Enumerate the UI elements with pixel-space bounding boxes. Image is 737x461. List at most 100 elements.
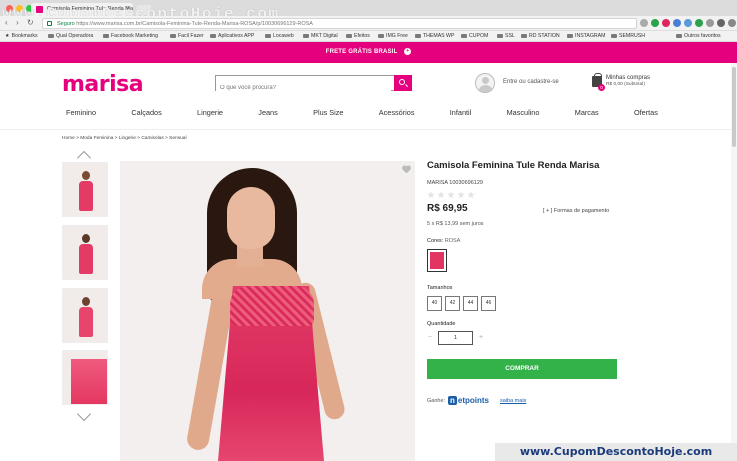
extension-iq-icon[interactable] bbox=[684, 19, 692, 27]
folder-icon bbox=[461, 34, 467, 38]
sizes-label: Tamanhos bbox=[427, 285, 453, 291]
favorite-heart-icon[interactable] bbox=[402, 166, 410, 173]
divider bbox=[0, 129, 737, 130]
bookmark-item[interactable]: RD STATION bbox=[521, 31, 560, 41]
bookmark-item[interactable]: Facil Fazer bbox=[170, 31, 204, 41]
url-input[interactable]: Seguro https://www.marisa.com.br/Camisol… bbox=[42, 18, 637, 29]
selected-color: ROSA bbox=[444, 238, 461, 244]
colors-label: Cores: ROSA bbox=[427, 238, 461, 244]
bookmark-item[interactable]: IMG Free bbox=[378, 31, 408, 41]
model-figure bbox=[79, 171, 93, 215]
star-icon bbox=[427, 191, 435, 199]
model-figure bbox=[79, 234, 93, 278]
cart-title[interactable]: Minhas compras bbox=[606, 75, 650, 81]
quantity-label: Quantidade bbox=[427, 321, 456, 327]
size-option-40[interactable]: 40 bbox=[427, 296, 442, 311]
plus-icon[interactable]: + bbox=[404, 47, 412, 55]
buy-button[interactable]: COMPRAR bbox=[427, 359, 617, 379]
model-figure bbox=[79, 297, 93, 341]
extension-g-icon[interactable] bbox=[695, 19, 703, 27]
lock-icon bbox=[47, 21, 52, 26]
extension-grey-icon[interactable] bbox=[706, 19, 714, 27]
menu-item-calcados[interactable]: Calçados bbox=[127, 108, 165, 122]
menu-item-infantil[interactable]: Infantil bbox=[446, 108, 476, 122]
browser-tab-strip: Camisola Feminina Tule Renda Ma × www.Cu… bbox=[0, 0, 737, 23]
star-icon bbox=[467, 191, 475, 199]
back-icon[interactable]: ‹ bbox=[5, 18, 8, 27]
bookmark-item[interactable]: SSL bbox=[497, 31, 515, 41]
menu-item-lingerie[interactable]: Lingerie bbox=[193, 108, 227, 122]
menu-item-masculino[interactable]: Masculino bbox=[503, 108, 544, 122]
search-box bbox=[215, 75, 412, 95]
search-icon bbox=[399, 79, 405, 85]
menu-item-acessorios[interactable]: Acessórios bbox=[375, 108, 419, 122]
promo-banner[interactable]: FRETE GRÁTIS BRASIL + bbox=[0, 42, 737, 63]
bookmark-item[interactable]: THEMAS WP bbox=[415, 31, 454, 41]
size-option-44[interactable]: 44 bbox=[463, 296, 478, 311]
cart-subtotal: R$ 0,00 (Subtotal) bbox=[606, 82, 645, 87]
bookmark-item[interactable]: ★ Bookmarks bbox=[5, 31, 38, 41]
search-input[interactable] bbox=[216, 81, 391, 95]
secure-label: Seguro bbox=[57, 21, 75, 27]
saiba-mais-link[interactable]: saiba mais bbox=[500, 398, 526, 404]
color-swatch-rosa[interactable] bbox=[427, 249, 447, 272]
extension-pen-icon[interactable] bbox=[717, 19, 725, 27]
bookmark-item[interactable]: Locaweb bbox=[265, 31, 294, 41]
size-option-46[interactable]: 46 bbox=[481, 296, 496, 311]
breadcrumb[interactable]: Home > Moda Feminina > Lingerie > Camiso… bbox=[62, 136, 187, 141]
search-button[interactable] bbox=[394, 75, 412, 91]
product-price: R$ 69,95 bbox=[427, 203, 468, 214]
bookmark-item[interactable]: CUPOM bbox=[461, 31, 488, 41]
installments-text: 5 x R$ 13,99 sem juros bbox=[427, 221, 484, 227]
user-avatar-icon[interactable] bbox=[475, 73, 495, 93]
extension-green-icon[interactable] bbox=[651, 19, 659, 27]
extension-blue-icon[interactable] bbox=[673, 19, 681, 27]
menu-item-ofertas[interactable]: Ofertas bbox=[630, 108, 662, 122]
product-thumbnail[interactable] bbox=[62, 288, 108, 343]
netpoints-logo: n etpoints bbox=[448, 396, 489, 405]
bookmark-item[interactable]: Outros favoritos bbox=[676, 31, 721, 41]
product-main-image[interactable] bbox=[120, 161, 415, 461]
cart-count-badge: 0 bbox=[598, 84, 605, 91]
menu-icon[interactable] bbox=[728, 19, 736, 27]
folder-icon bbox=[676, 34, 682, 38]
reload-icon[interactable]: ↻ bbox=[27, 18, 34, 27]
folder-icon bbox=[567, 34, 573, 38]
promo-text: FRETE GRÁTIS BRASIL bbox=[325, 49, 398, 55]
scrollbar-thumb[interactable] bbox=[732, 67, 736, 147]
bookmark-item[interactable]: Facebook Marketing bbox=[103, 31, 158, 41]
menu-item-jeans[interactable]: Jeans bbox=[254, 108, 281, 122]
thumbnails-up-arrow-icon[interactable] bbox=[76, 150, 93, 166]
rating-stars[interactable] bbox=[427, 191, 475, 199]
extension-icons bbox=[640, 19, 736, 28]
payment-forms-link[interactable]: [ + ] Formas de pagamento bbox=[543, 208, 609, 214]
product-thumbnail[interactable] bbox=[62, 225, 108, 280]
bookmark-item[interactable]: Efeitos bbox=[346, 31, 370, 41]
star-icon bbox=[437, 191, 445, 199]
menu-item-feminino[interactable]: Feminino bbox=[62, 108, 100, 122]
login-link[interactable]: Entre ou cadastre-se bbox=[503, 79, 559, 85]
product-thumbnail[interactable] bbox=[62, 350, 108, 405]
bookmark-item[interactable]: Qual Operadora bbox=[48, 31, 93, 41]
quantity-increase-button[interactable]: + bbox=[479, 334, 483, 341]
site-logo[interactable]: marisa bbox=[62, 72, 144, 97]
bookmark-item[interactable]: Aplicativos APP bbox=[210, 31, 254, 41]
star-bookmark-icon[interactable] bbox=[640, 19, 648, 27]
product-sku: MARISA 10030696129 bbox=[427, 180, 483, 186]
folder-icon bbox=[265, 34, 271, 38]
page-scrollbar[interactable] bbox=[731, 63, 737, 461]
quantity-decrease-button[interactable]: − bbox=[428, 334, 432, 341]
bookmark-item[interactable]: MKT Digital bbox=[303, 31, 338, 41]
forward-icon[interactable]: › bbox=[16, 18, 19, 27]
menu-item-plus-size[interactable]: Plus Size bbox=[309, 108, 347, 122]
bookmark-item[interactable]: SEMRUSH bbox=[611, 31, 645, 41]
quantity-input[interactable]: 1 bbox=[438, 331, 473, 345]
extension-pinterest-icon[interactable] bbox=[662, 19, 670, 27]
bookmark-item[interactable]: INSTAGRAM bbox=[567, 31, 605, 41]
size-option-42[interactable]: 42 bbox=[445, 296, 460, 311]
thumbnails-down-arrow-icon[interactable] bbox=[76, 406, 93, 422]
address-bar: ‹ › ↻ Seguro https://www.marisa.com.br/C… bbox=[0, 16, 737, 31]
star-icon bbox=[447, 191, 455, 199]
menu-item-marcas[interactable]: Marcas bbox=[571, 108, 603, 122]
product-thumbnail[interactable] bbox=[62, 162, 108, 217]
